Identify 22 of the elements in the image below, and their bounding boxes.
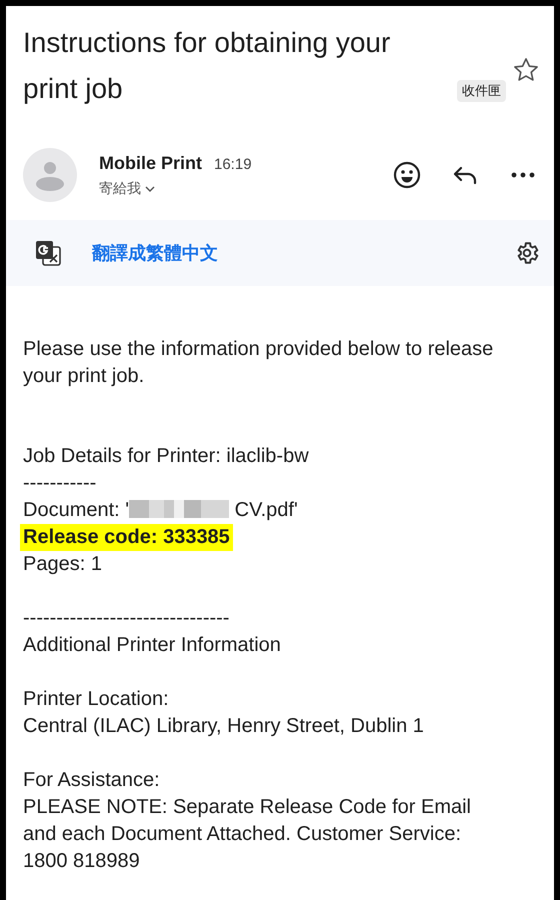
sender-name: Mobile Print bbox=[99, 152, 202, 174]
body-text: ------------------------------- bbox=[23, 606, 230, 631]
email-subject: Instructions for obtaining your print job bbox=[23, 26, 392, 106]
translate-icon bbox=[34, 239, 62, 267]
body-text: Please use the information provided below to release your print job. bbox=[23, 337, 494, 389]
translate-link[interactable]: 翻譯成繁體中文 bbox=[92, 241, 484, 265]
body-text: Printer Location: bbox=[23, 687, 169, 712]
inbox-label: 收件匣 bbox=[456, 80, 506, 102]
recipient-dropdown[interactable]: 寄給我 bbox=[99, 180, 155, 198]
body-text: Document: ' CV.pdf' bbox=[23, 498, 298, 523]
body-text: Central (ILAC) Library, Henry Street, Dublin 1 bbox=[23, 714, 424, 739]
body-text: PLEASE NOTE: Separate Release Code for Email and each Document Attached. Customer Service: 1800 818989 bbox=[23, 795, 472, 874]
body-text: Pages: 1 bbox=[23, 552, 102, 577]
email-time: 16:19 bbox=[214, 156, 252, 172]
avatar-icon bbox=[23, 148, 77, 202]
emoji-icon[interactable] bbox=[392, 160, 422, 190]
chevron-down-icon bbox=[145, 184, 155, 192]
body-text: ----------- bbox=[23, 471, 96, 496]
body-text: Additional Printer Information bbox=[23, 633, 281, 658]
body-text: For Assistance: bbox=[23, 768, 160, 793]
body-text: Job Details for Printer: ilaclib-bw bbox=[23, 444, 309, 469]
highlighted-text: Release code: 333385 bbox=[20, 524, 233, 551]
